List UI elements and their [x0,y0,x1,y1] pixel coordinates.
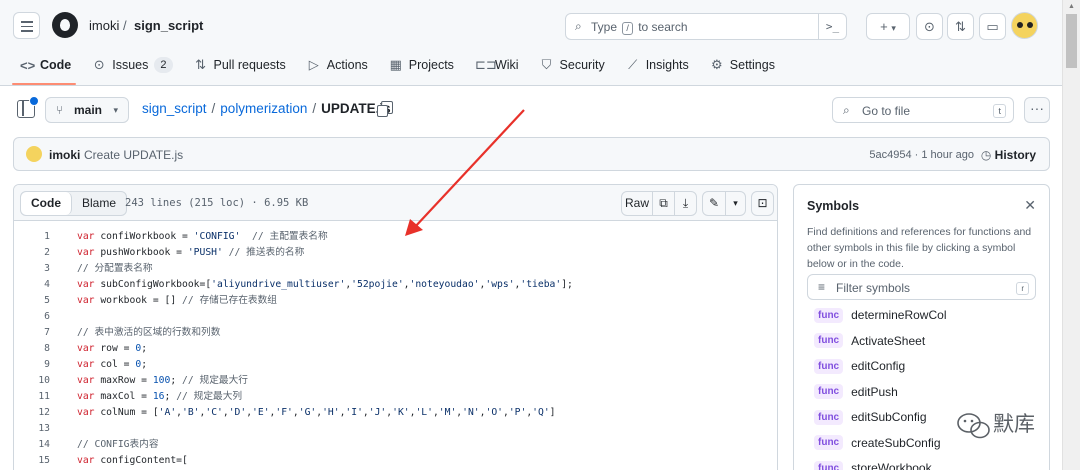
annotation-arrow-icon [405,109,525,236]
arrow-shaft [413,109,525,229]
watermark-text: 默库 [993,412,1035,436]
